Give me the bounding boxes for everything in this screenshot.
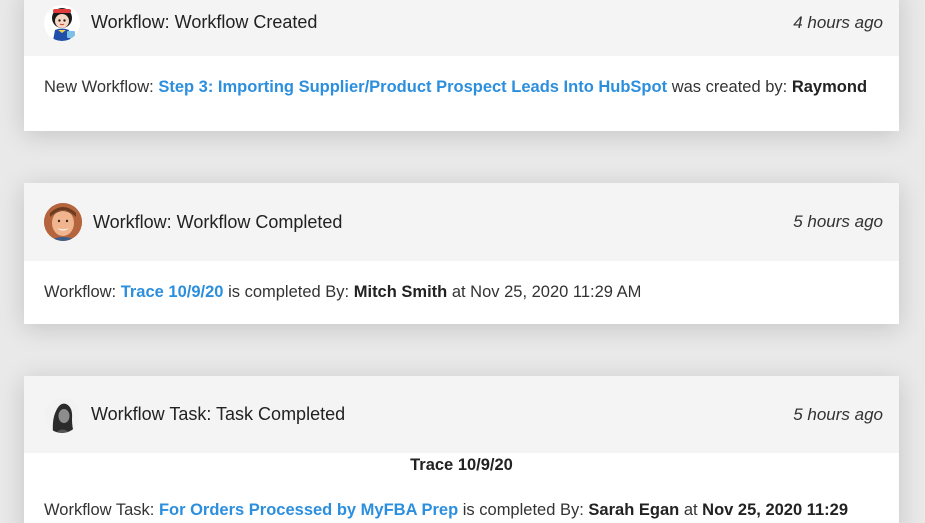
- feed-card: Workflow: Workflow Created 4 hours ago N…: [24, 0, 899, 131]
- message-prefix: Workflow:: [44, 283, 117, 301]
- card-timestamp: 5 hours ago: [793, 404, 883, 424]
- activity-message: Workflow: Trace 10/9/20 is completed By:…: [44, 282, 879, 302]
- completion-date: Nov 25, 2020 11:29: [702, 501, 849, 519]
- message-middle: is completed By:: [228, 283, 350, 301]
- feed-card: Workflow Task: Task Completed 5 hours ag…: [24, 376, 899, 523]
- activity-feed: Workflow: Workflow Created 4 hours ago N…: [0, 0, 925, 523]
- card-timestamp: 4 hours ago: [793, 12, 883, 32]
- user-name: Mitch Smith: [353, 283, 448, 301]
- message-prefix: Workflow Task:: [44, 501, 155, 519]
- message-prefix: New Workflow:: [44, 78, 154, 96]
- message-suffix: at Nov 25, 2020 11:29 AM: [451, 283, 642, 301]
- activity-message: Workflow Task: For Orders Processed by M…: [44, 500, 879, 520]
- card-title: Workflow Task: Task Completed: [91, 404, 346, 424]
- workflow-link[interactable]: Trace 10/9/20: [121, 283, 224, 301]
- activity-message: New Workflow: Step 3: Importing Supplier…: [44, 77, 879, 97]
- message-at: at: [683, 501, 698, 519]
- card-header: Workflow: Workflow Completed 5 hours ago: [24, 183, 899, 261]
- card-title: Workflow: Workflow Created: [91, 12, 318, 32]
- snow-white-avatar-icon: [44, 4, 80, 41]
- card-body: Workflow: Trace 10/9/20 is completed By:…: [24, 261, 899, 302]
- card-header: Workflow Task: Task Completed 5 hours ag…: [24, 376, 899, 453]
- card-body: Trace 10/9/20 Workflow Task: For Orders …: [24, 453, 899, 520]
- workflow-heading: Trace 10/9/20: [410, 456, 513, 474]
- card-timestamp: 5 hours ago: [793, 212, 883, 231]
- card-header: Workflow: Workflow Created 4 hours ago: [24, 0, 899, 56]
- message-middle: was created by:: [671, 78, 788, 96]
- task-link[interactable]: For Orders Processed by MyFBA Prep: [159, 501, 458, 519]
- card-title: Workflow: Workflow Completed: [93, 211, 343, 232]
- card-body: New Workflow: Step 3: Importing Supplier…: [24, 56, 899, 97]
- user-name: Raymond: [791, 78, 868, 96]
- user-photo-avatar-icon: [44, 203, 82, 241]
- message-middle: is completed By:: [462, 501, 584, 519]
- feed-card: Workflow: Workflow Completed 5 hours ago…: [24, 183, 899, 324]
- user-name: Sarah Egan: [588, 501, 680, 519]
- workflow-link[interactable]: Step 3: Importing Supplier/Product Prosp…: [158, 78, 667, 96]
- user-photo-avatar-icon: [44, 396, 80, 433]
